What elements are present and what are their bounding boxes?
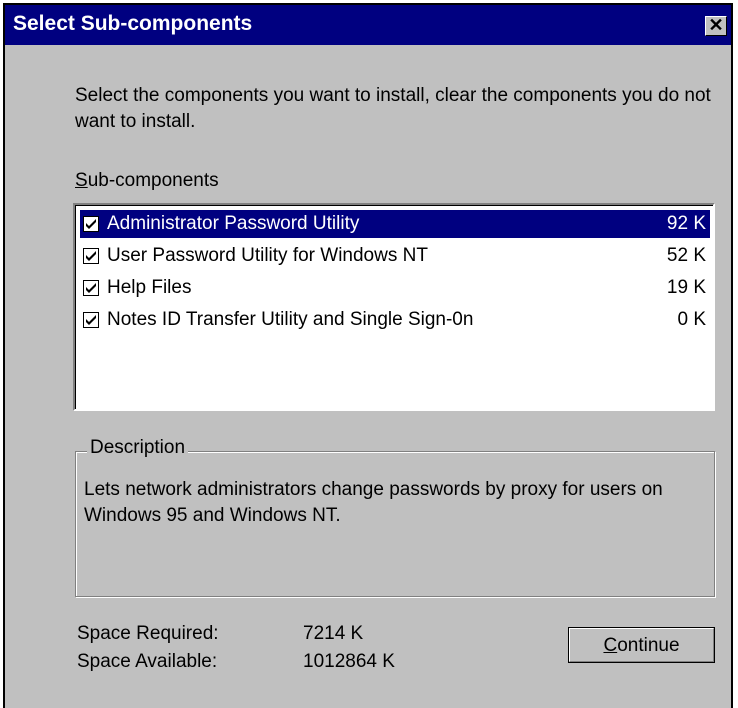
list-item[interactable]: Notes ID Transfer Utility and Single Sig… [80, 306, 710, 334]
list-item-label: Notes ID Transfer Utility and Single Sig… [107, 309, 474, 330]
description-text: Lets network administrators change passw… [84, 479, 663, 526]
list-item-size: 0 K [677, 309, 706, 330]
continue-button-bevel: Continue [569, 628, 714, 662]
checkmark-icon [86, 219, 96, 229]
description-legend: Description [87, 437, 189, 459]
continue-button[interactable]: Continue [568, 627, 715, 663]
subcomponents-label-rest: ub-components [87, 170, 219, 191]
close-icon: ✕ [708, 15, 724, 35]
subcomponents-listbox[interactable]: Administrator Password Utility 92 K User… [73, 203, 715, 411]
checkbox[interactable] [83, 216, 99, 232]
subcomponents-label: Sub-components [75, 170, 219, 192]
space-required-label: Space Required: [77, 623, 219, 644]
close-button[interactable]: ✕ [705, 16, 727, 36]
window-title: Select Sub-components [13, 12, 253, 35]
space-available-label: Space Available: [77, 651, 218, 672]
checkbox[interactable] [83, 248, 99, 264]
list-item-size: 92 K [666, 213, 706, 234]
subcomponents-label-accel: S [75, 170, 88, 191]
space-available-value: 1012864 K [303, 651, 395, 672]
space-required-value: 7214 K [303, 623, 364, 644]
list-item-size: 52 K [666, 245, 706, 266]
list-item-label: Help Files [107, 277, 192, 298]
checkbox[interactable] [83, 280, 99, 296]
title-bar[interactable]: Select Sub-components ✕ [5, 5, 731, 45]
dialog-window: Select Sub-components ✕ Select the compo… [3, 3, 733, 708]
list-item[interactable]: Administrator Password Utility 92 K [80, 210, 710, 238]
list-item[interactable]: Help Files 19 K [80, 274, 710, 302]
continue-label-rest: ontinue [617, 635, 680, 656]
continue-label-accel: C [603, 635, 618, 656]
listbox-inner: Administrator Password Utility 92 K User… [75, 205, 713, 409]
list-item-label: User Password Utility for Windows NT [107, 245, 428, 266]
list-item-size: 19 K [666, 277, 706, 298]
list-item[interactable]: User Password Utility for Windows NT 52 … [80, 242, 710, 270]
checkmark-icon [86, 283, 96, 293]
list-item-label: Administrator Password Utility [107, 213, 360, 234]
checkmark-icon [86, 251, 96, 261]
checkbox[interactable] [83, 312, 99, 328]
instructions-text: Select the components you want to instal… [75, 85, 711, 132]
continue-label: Continue [570, 635, 713, 657]
checkmark-icon [86, 315, 96, 325]
